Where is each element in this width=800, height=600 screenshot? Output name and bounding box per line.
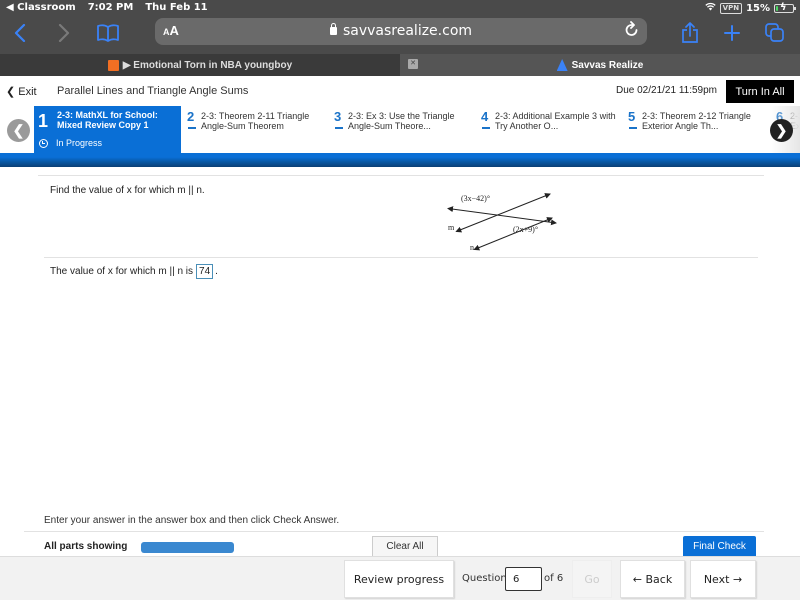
browser-tab-savvas[interactable]: Savvas Realize <box>400 54 800 76</box>
angle-label-top: (3x−42)° <box>461 194 490 203</box>
step-dash <box>188 127 196 129</box>
safari-toolbar: AA savvasrealize.com <box>0 18 800 48</box>
lock-icon <box>329 23 337 35</box>
step-status: In Progress <box>39 138 102 148</box>
step-dash <box>629 127 637 129</box>
answer-input[interactable]: 74 <box>196 264 214 279</box>
carousel-prev-button[interactable]: ❮ <box>7 119 30 142</box>
vpn-badge: VPN <box>719 2 743 14</box>
assignment-header: ❮ Exit Parallel Lines and Triangle Angle… <box>0 76 800 106</box>
final-check-button[interactable]: Final Check <box>683 536 756 556</box>
new-tab-icon[interactable] <box>720 21 744 45</box>
bookmarks-icon[interactable] <box>96 21 120 45</box>
wifi-icon <box>705 2 716 14</box>
all-parts-label: All parts showing <box>44 541 128 552</box>
step-number: 2 <box>187 109 195 124</box>
divider <box>24 531 764 532</box>
back-app-label: Classroom <box>17 2 76 13</box>
chevron-left-icon: ❮ <box>6 86 19 98</box>
header-divider <box>0 153 800 167</box>
url-text: savvasrealize.com <box>342 23 473 39</box>
step-number: 3 <box>334 109 342 124</box>
browser-tab-soundcloud[interactable]: ▶ Emotional Torn in NBA youngboy <box>0 54 400 76</box>
battery-icon: ϟ <box>774 1 796 13</box>
step-number: 4 <box>481 109 489 124</box>
battery-level <box>776 5 778 11</box>
divider <box>44 257 758 258</box>
exit-label: Exit <box>18 86 37 98</box>
clock-icon <box>39 138 48 148</box>
assignment-title: Parallel Lines and Triangle Angle Sums <box>57 85 249 97</box>
reload-icon[interactable] <box>625 21 639 42</box>
question-number-input[interactable]: 6 <box>505 567 542 591</box>
step-dash <box>335 127 343 129</box>
step-dash <box>482 127 490 129</box>
exit-button[interactable]: ❮ Exit <box>6 85 37 98</box>
savvas-logo-icon <box>556 59 568 71</box>
soundcloud-icon <box>107 59 119 71</box>
status-date: Thu Feb 11 <box>145 2 208 13</box>
carousel-next-button[interactable]: ❯ <box>770 119 793 142</box>
chevron-left-icon: ❮ <box>12 122 25 138</box>
chevron-right-icon: ❯ <box>775 122 788 138</box>
answer-suffix: . <box>215 266 218 277</box>
bottom-nav-bar: Review progress Question 6 of 6 Go ← Bac… <box>0 556 800 600</box>
line-n-label: n <box>470 243 474 252</box>
tab-label: ▶ Emotional Torn in NBA youngboy <box>122 59 293 71</box>
divider <box>38 175 764 176</box>
step-number: 5 <box>628 109 636 124</box>
step-number: 1 <box>38 111 49 131</box>
step-item-4[interactable]: 4 2-3: Additional Example 3 with Try Ano… <box>481 109 621 154</box>
clear-all-button[interactable]: Clear All <box>372 536 438 556</box>
charging-bolt-icon: ϟ <box>780 1 787 13</box>
ios-status-bar: ◀ Classroom 7:02 PM Thu Feb 11 VPN 15% ϟ <box>6 1 796 16</box>
step-item-3[interactable]: 3 2-3: Ex 3: Use the Triangle Angle-Sum … <box>334 109 474 154</box>
step-label: 2-3: Additional Example 3 with Try Anoth… <box>495 111 616 131</box>
browser-tab-bar: ▶ Emotional Torn in NBA youngboy Savvas … <box>0 54 800 76</box>
next-button[interactable]: Next → <box>690 560 756 598</box>
back-button[interactable]: ← Back <box>620 560 685 598</box>
angle-label-bottom: (2x+9)° <box>513 225 538 234</box>
instructions-text: Enter your answer in the answer box and … <box>44 515 340 526</box>
forward-icon[interactable] <box>52 21 76 45</box>
question-prompt: Find the value of x for which m || n. <box>50 185 205 196</box>
step-carousel: ❮ 1 2-3: MathXL for School: Mixed Review… <box>0 106 800 154</box>
tabs-icon[interactable] <box>763 21 787 45</box>
review-progress-button[interactable]: Review progress <box>344 560 454 598</box>
battery-percent: 15% <box>746 2 770 14</box>
turn-in-all-button[interactable]: Turn In All <box>726 80 794 103</box>
step-status-label: In Progress <box>56 138 103 148</box>
step-label: 2-3: Theorem 2-12 Triangle Exterior Angl… <box>642 111 751 131</box>
due-date: Due 02/21/21 11:59pm <box>616 85 718 96</box>
step-label: 2-3: Theorem 2-11 Triangle Angle-Sum The… <box>201 111 310 131</box>
close-tab-icon[interactable]: ✕ <box>408 59 418 69</box>
step-label: 2-3: MathXL for School: Mixed Review Cop… <box>57 110 158 130</box>
question-label: Question <box>462 573 507 584</box>
status-time: 7:02 PM <box>87 2 134 13</box>
transversal <box>447 206 557 226</box>
step-label: 2-3: Ex 3: Use the Triangle Angle-Sum Th… <box>348 111 455 131</box>
tab-label: Savvas Realize <box>571 59 644 71</box>
back-to-app-link[interactable]: ◀ Classroom <box>6 2 76 13</box>
go-button[interactable]: Go <box>572 560 612 598</box>
share-icon[interactable] <box>678 21 702 45</box>
url-bar[interactable]: AA savvasrealize.com <box>155 18 647 45</box>
step-item-5[interactable]: 5 2-3: Theorem 2-12 Triangle Exterior An… <box>628 109 768 154</box>
parts-progress-bar <box>141 542 234 553</box>
answer-statement: The value of x for which m || n is 74 . <box>50 264 218 279</box>
answer-prefix: The value of x for which m || n is <box>50 266 194 277</box>
line-m-label: m <box>448 223 455 232</box>
step-item-2[interactable]: 2 2-3: Theorem 2-11 Triangle Angle-Sum T… <box>187 109 327 154</box>
question-total-label: of 6 <box>544 573 564 584</box>
browser-chrome: ◀ Classroom 7:02 PM Thu Feb 11 VPN 15% ϟ… <box>0 0 800 54</box>
parallel-lines-figure: (3x−42)° (2x+9)° m n <box>440 188 570 254</box>
back-icon[interactable] <box>8 21 32 45</box>
step-item-1[interactable]: 1 2-3: MathXL for School: Mixed Review C… <box>34 106 181 154</box>
